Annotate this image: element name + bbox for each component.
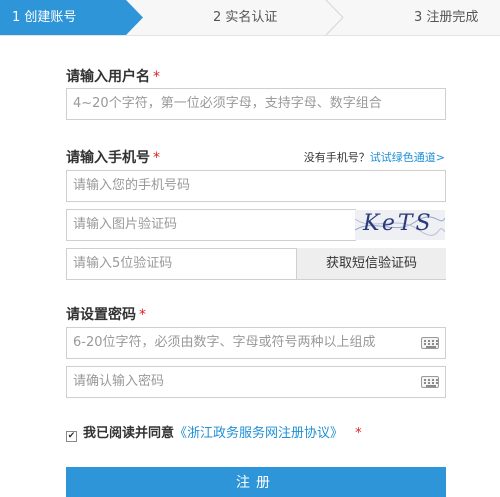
phone-label-text: 请输入手机号 [66, 150, 150, 166]
username-placeholder: 4~20个字符，第一位必须字母，支持字母、数字组合 [73, 96, 382, 111]
required-mark: * [153, 150, 160, 166]
phone-label: 请输入手机号 * [66, 147, 160, 167]
green-channel-link[interactable]: 试试绿色通道> [370, 151, 445, 164]
agreement-text: 我已阅读并同意 [83, 426, 175, 441]
keyboard-icon[interactable] [421, 376, 439, 388]
required-mark: * [355, 426, 362, 441]
no-phone-hint: 没有手机号？试试绿色通道> [304, 149, 445, 165]
image-code-input[interactable]: 请输入图片验证码 [66, 209, 356, 241]
image-code-placeholder: 请输入图片验证码 [73, 217, 178, 232]
password-input[interactable]: 6-20位字符，必须由数字、字母或符号两种以上组成 [66, 327, 446, 359]
step-create-account: 1 创建账号 [12, 10, 77, 25]
get-sms-code-button[interactable]: 获取短信验证码 [296, 248, 446, 279]
required-mark: * [153, 69, 160, 85]
password-placeholder: 6-20位字符，必须由数字、字母或符号两种以上组成 [73, 335, 376, 350]
required-mark: * [139, 307, 146, 323]
captcha-text: KeTS [363, 211, 434, 236]
sms-code-placeholder: 请输入5位验证码 [73, 256, 173, 271]
agreement-row: ✔ 我已阅读并同意《浙江政务服务网注册协议》 * [66, 422, 362, 442]
username-input[interactable]: 4~20个字符，第一位必须字母，支持字母、数字组合 [66, 88, 446, 120]
register-button[interactable]: 注册 [66, 467, 446, 497]
step-real-name-auth: 2 实名认证 [213, 10, 278, 25]
protocol-link[interactable]: 《浙江政务服务网注册协议》 [174, 426, 343, 441]
captcha-image[interactable]: KeTS [355, 210, 445, 240]
agreement-checkbox[interactable]: ✔ [66, 431, 77, 442]
username-label: 请输入用户名 * [66, 66, 160, 86]
username-label-text: 请输入用户名 [66, 69, 150, 85]
confirm-password-placeholder: 请确认输入密码 [73, 374, 165, 389]
password-label: 请设置密码 * [66, 304, 146, 324]
confirm-password-input[interactable]: 请确认输入密码 [66, 366, 446, 398]
step-registration-complete: 3 注册完成 [414, 10, 479, 25]
keyboard-icon[interactable] [421, 337, 439, 349]
step-progress-bar: 1 创建账号 2 实名认证 3 注册完成 [0, 0, 500, 36]
password-label-text: 请设置密码 [66, 307, 136, 323]
phone-placeholder: 请输入您的手机号码 [73, 178, 191, 193]
phone-input[interactable]: 请输入您的手机号码 [66, 170, 446, 202]
no-phone-text: 没有手机号？ [303, 151, 370, 164]
